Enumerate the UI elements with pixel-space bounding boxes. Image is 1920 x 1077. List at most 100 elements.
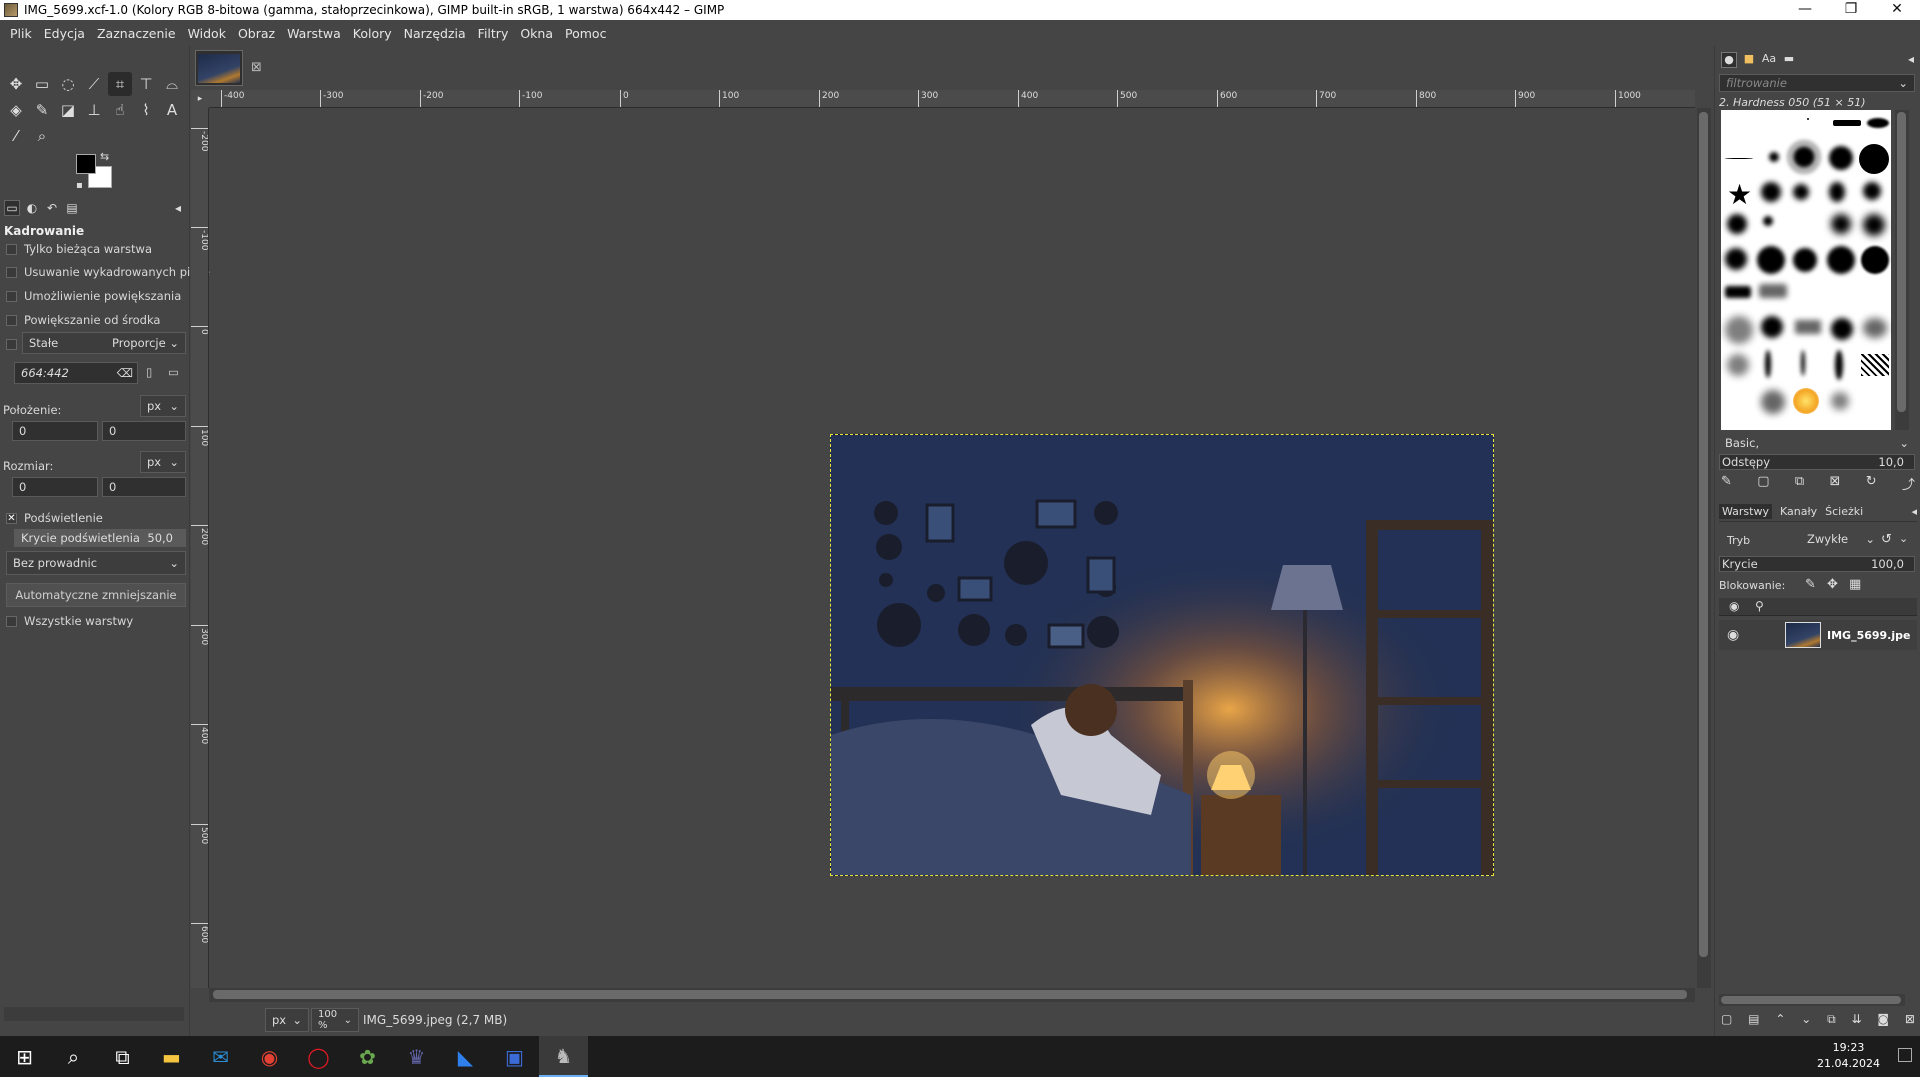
brush-item[interactable]	[1761, 316, 1783, 338]
tab-layers[interactable]: Warstwy	[1719, 504, 1772, 519]
menu-narzedzia[interactable]: Narzędzia	[398, 26, 472, 41]
system-clock[interactable]: 19:23 21.04.2024	[1817, 1040, 1880, 1072]
spacing-slider[interactable]: Odstępy 10,0	[1719, 454, 1915, 470]
brush-item[interactable]	[1867, 118, 1889, 128]
expand-center-option[interactable]: Powiększanie od środka	[6, 313, 160, 327]
only-current-layer-option[interactable]: Tylko bieżąca warstwa	[6, 242, 152, 256]
gimp-taskbar-icon[interactable]: ♞	[539, 1036, 588, 1077]
position-unit-dropdown[interactable]: px ⌄	[140, 395, 186, 417]
brush-item[interactable]	[1829, 182, 1845, 202]
layer-row[interactable]: ◉ IMG_5699.jpe	[1719, 620, 1917, 650]
menu-edycja[interactable]: Edycja	[38, 26, 91, 41]
checkbox[interactable]	[6, 266, 17, 278]
brush-item[interactable]	[1863, 318, 1887, 338]
swap-colors-icon[interactable]: ⇆	[100, 150, 109, 163]
checkbox[interactable]	[6, 243, 17, 255]
lower-layer-icon[interactable]: ⌄	[1801, 1012, 1811, 1027]
clear-icon[interactable]: ⌫	[117, 366, 133, 380]
new-brush-icon[interactable]: ▢	[1757, 474, 1769, 493]
lasso-tool-icon[interactable]: ◌	[56, 72, 80, 96]
tool-options-tab-icon[interactable]: ▭	[4, 200, 20, 216]
mask-layer-icon[interactable]: ◙	[1877, 1012, 1889, 1027]
brush-item[interactable]	[1831, 318, 1853, 340]
all-layers-option[interactable]: Wszystkie warstwy	[6, 614, 133, 628]
delete-layer-icon[interactable]: ⊠	[1905, 1012, 1915, 1027]
new-layer-icon[interactable]: ▢	[1721, 1012, 1732, 1027]
brush-item[interactable]	[1827, 246, 1855, 274]
checkbox[interactable]	[6, 615, 17, 627]
fuzzy-select-tool-icon[interactable]: ⟋	[82, 72, 106, 96]
guides-dropdown[interactable]: Bez prowadnic ⌄	[6, 551, 186, 575]
file-explorer-icon[interactable]: ▬	[147, 1036, 196, 1077]
checkbox-checked[interactable]: ✕	[6, 512, 17, 524]
brush-item[interactable]	[1761, 182, 1781, 202]
save-app-icon[interactable]: ▣	[490, 1036, 539, 1077]
start-icon[interactable]: ⊞	[0, 1036, 49, 1077]
brush-item[interactable]	[1795, 320, 1821, 334]
menu-warstwa[interactable]: Warstwa	[281, 26, 347, 41]
scrollbar-thumb[interactable]	[1721, 996, 1901, 1004]
hatch-brush-icon[interactable]	[1861, 354, 1889, 376]
position-y-input[interactable]: 0	[102, 421, 186, 441]
device-status-tab-icon[interactable]: ◐	[24, 201, 40, 215]
bucket-fill-tool-icon[interactable]: ◈	[4, 98, 28, 122]
brush-item[interactable]	[1725, 316, 1753, 344]
rect-select-tool-icon[interactable]: ▭	[30, 72, 54, 96]
brush-item[interactable]	[1769, 152, 1779, 162]
brush-item[interactable]	[1725, 248, 1747, 270]
azure-data-icon[interactable]: ◣	[441, 1036, 490, 1077]
menu-filtry[interactable]: Filtry	[472, 26, 515, 41]
delete-cropped-option[interactable]: Usuwanie wykadrowanych pikseli	[6, 265, 216, 279]
menu-plik[interactable]: Plik	[4, 26, 38, 41]
brush-item[interactable]	[1863, 214, 1885, 236]
highlight-opacity-slider[interactable]: Krycie podświetlenia 50,0	[14, 529, 186, 547]
image-canvas[interactable]	[210, 108, 1694, 988]
auto-shrink-button[interactable]: Automatyczne zmniejszanie	[6, 583, 186, 607]
layers-scrollbar[interactable]	[1719, 994, 1905, 1006]
lock-alpha-icon[interactable]: ▦	[1849, 577, 1861, 592]
close-tab-icon[interactable]: ⊠	[251, 60, 262, 75]
maximize-button[interactable]: ❐	[1828, 0, 1874, 20]
brush-item[interactable]	[1829, 146, 1853, 170]
allow-growing-option[interactable]: Umożliwienie powiększania	[6, 289, 181, 303]
ratio-input[interactable]: 664:442 ⌫	[14, 362, 138, 384]
mail-icon[interactable]: ✉	[196, 1036, 245, 1077]
zoom-dropdown[interactable]: 100 % ⌄	[311, 1008, 359, 1032]
brush-item[interactable]	[1727, 354, 1749, 376]
highlight-option[interactable]: ✕ Podświetlenie	[6, 511, 103, 525]
ruler-corner-menu-icon[interactable]: ▸	[191, 90, 209, 108]
clone-tool-icon[interactable]: ⊥	[82, 98, 106, 122]
task-view-icon[interactable]: ⧉	[98, 1036, 147, 1077]
size-h-input[interactable]: 0	[102, 477, 186, 497]
menu-widok[interactable]: Widok	[182, 26, 232, 41]
menu-zaznaczenie[interactable]: Zaznaczenie	[91, 26, 182, 41]
horizontal-scrollbar[interactable]	[209, 988, 1695, 1002]
image-tab[interactable]	[195, 50, 243, 86]
menu-kolory[interactable]: Kolory	[347, 26, 398, 41]
brush-item[interactable]	[1861, 246, 1889, 274]
document-history-tab-icon[interactable]: ▬	[1781, 52, 1797, 68]
chrome-icon[interactable]: ◉	[245, 1036, 294, 1077]
brush-item[interactable]	[1863, 182, 1881, 200]
size-w-input[interactable]: 0	[12, 477, 98, 497]
color-brush-icon[interactable]	[1793, 388, 1819, 414]
patterns-tab-icon[interactable]: ■	[1741, 52, 1757, 68]
size-unit-dropdown[interactable]: px ⌄	[140, 451, 186, 473]
brush-item[interactable]	[1831, 392, 1849, 410]
image-layer-photo[interactable]	[830, 434, 1494, 876]
star-brush-icon[interactable]: ★	[1727, 178, 1752, 211]
text-tool-icon[interactable]: A	[160, 98, 184, 122]
brush-item[interactable]	[1807, 118, 1809, 120]
brush-scrollbar[interactable]	[1895, 110, 1909, 430]
zoom-tool-icon[interactable]: ⌕	[30, 124, 54, 148]
brush-item[interactable]	[1831, 214, 1851, 234]
brush-item[interactable]	[1727, 214, 1747, 234]
horizontal-ruler[interactable]: -400 -300 -200 -100 0 100 200 300 400 50…	[209, 90, 1695, 108]
dock-menu-icon[interactable]: ◂	[1908, 52, 1914, 66]
tab-channels[interactable]: Kanały	[1780, 505, 1817, 518]
edit-brush-icon[interactable]: ✎	[1721, 474, 1732, 493]
open-as-image-icon[interactable]: ⤴	[1902, 474, 1915, 493]
color-picker-tool-icon[interactable]: ⁄	[4, 124, 28, 148]
paths-tool-icon[interactable]: ⌇	[134, 98, 158, 122]
brush-item[interactable]	[1833, 120, 1861, 126]
